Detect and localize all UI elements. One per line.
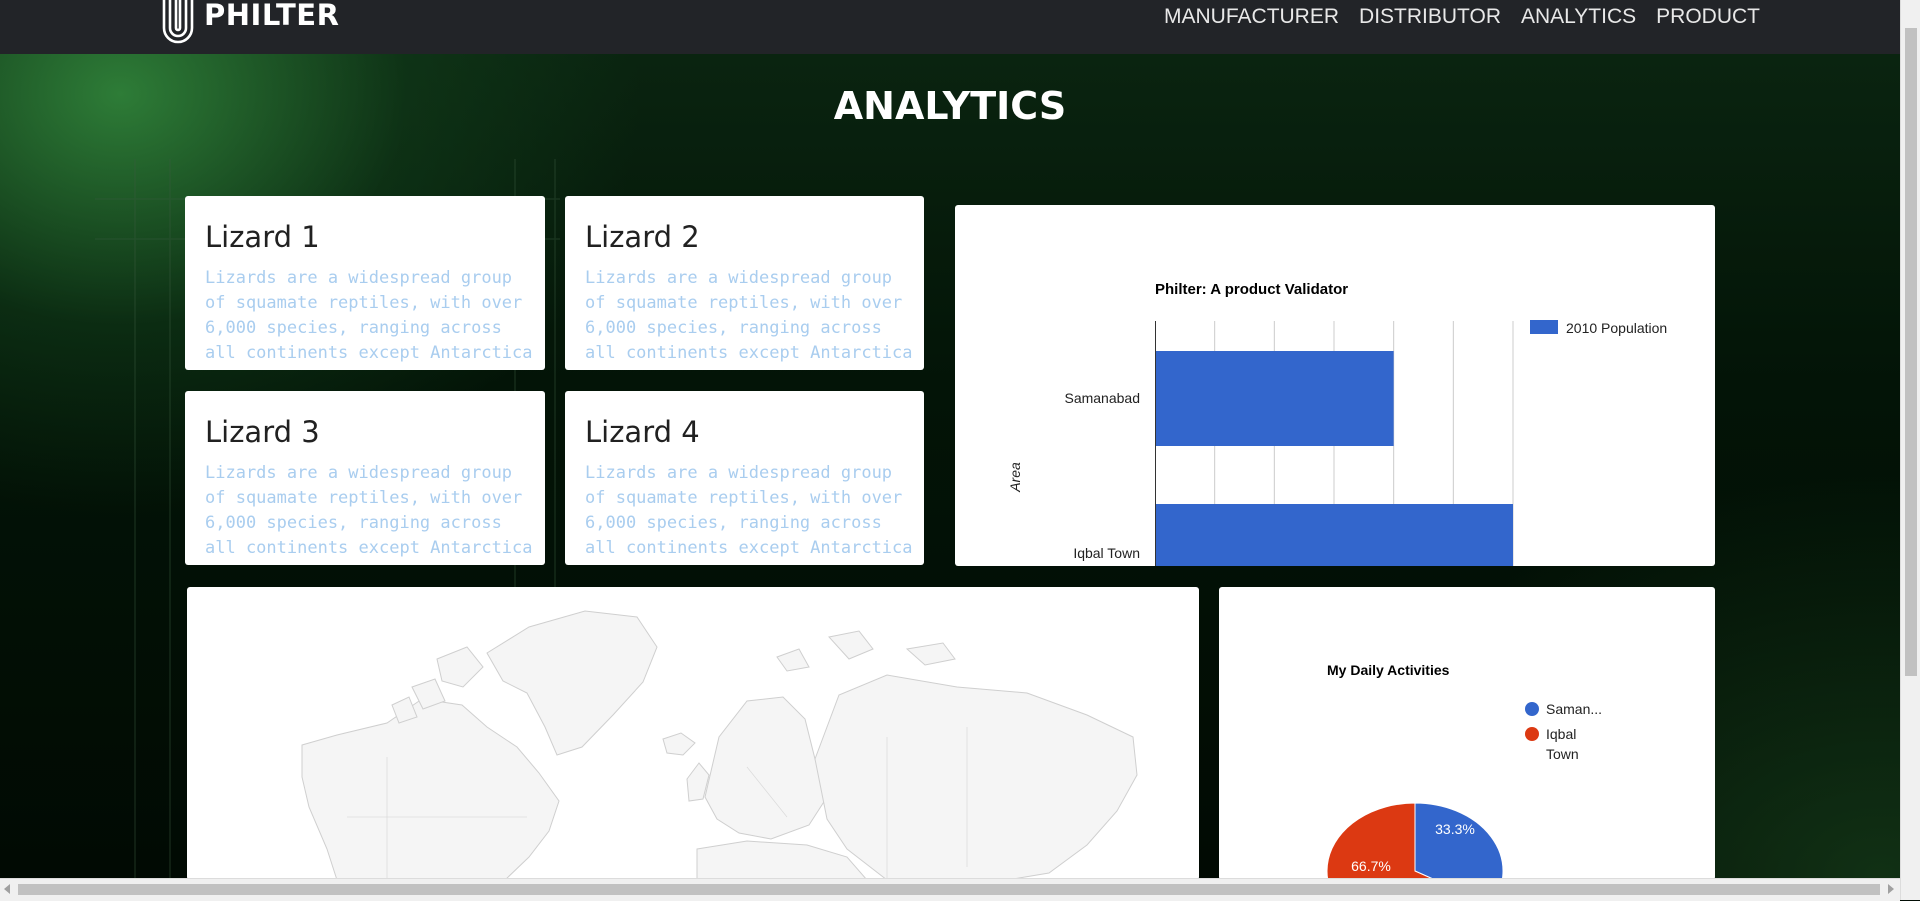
card-title: Lizard 2 [585,220,700,254]
lizard-card[interactable]: Lizard 3 Lizards are a widespread group … [185,391,545,565]
legend-swatch [1525,702,1539,716]
map-region-iceland[interactable] [662,732,696,756]
legend-label: Iqbal Town [1546,726,1580,762]
map-region-greenland[interactable] [486,610,658,756]
lizard-card[interactable]: Lizard 2 Lizards are a widespread group … [565,196,924,370]
chart-title: Philter: A product Validator [1155,281,1348,298]
pie-slice[interactable] [1414,802,1504,880]
legend-swatch [1530,320,1558,334]
legend-label: 2010 Population [1566,320,1667,336]
fingerprint-logo-icon [162,0,194,44]
map-region-north-africa[interactable] [696,840,868,880]
legend-label: Saman... [1546,701,1602,717]
vertical-scrollbar[interactable] [1900,0,1920,900]
card-text: Lizards are a widespread group of squama… [585,268,913,363]
pie-value-label: 33.3% [1435,821,1475,837]
nav-link-analytics[interactable]: ANALYTICS [1521,5,1636,29]
chart-title: My Daily Activities [1327,662,1450,678]
pie-chart: My Daily Activities Saman... Iqbal Town … [1326,662,1602,880]
horizontal-scroll-thumb[interactable] [18,884,1880,895]
pie-value-label: 66.7% [1351,858,1391,874]
lizard-card[interactable]: Lizard 1 Lizards are a widespread group … [185,196,545,370]
world-map[interactable] [187,587,1199,880]
horizontal-scrollbar[interactable] [0,878,1900,901]
bar[interactable] [1155,351,1394,446]
geo-map-card [187,587,1199,880]
brand-name: PHILTER [204,0,340,32]
card-text: Lizards are a widespread group of squama… [585,463,913,558]
card-title: Lizard 1 [205,220,320,254]
nav-link-manufacturer[interactable]: MANUFACTURER [1164,5,1339,29]
scroll-left-arrow-icon[interactable] [4,884,10,894]
card-text: Lizards are a widespread group of squama… [205,268,533,363]
category-label: Iqbal Town [1073,545,1140,561]
map-region-asia[interactable] [814,674,1138,880]
main-nav: MANUFACTURER DISTRIBUTOR ANALYTICS PRODU… [1164,0,1760,34]
bar-chart-card: Philter: A product Validator Area Samana… [955,205,1715,566]
map-region-europe[interactable] [704,696,828,840]
brand-logo[interactable]: PHILTER [158,0,339,44]
bar[interactable] [1155,504,1513,566]
card-title: Lizard 4 [585,415,700,449]
category-label: Samanabad [1064,390,1140,406]
y-axis-label: Area [1007,462,1023,493]
vertical-scroll-thumb[interactable] [1905,28,1917,676]
nav-link-product[interactable]: PRODUCT [1656,5,1760,29]
nav-link-distributor[interactable]: DISTRIBUTOR [1359,5,1501,29]
pie-chart-card: My Daily Activities Saman... Iqbal Town … [1219,587,1715,880]
scroll-right-arrow-icon[interactable] [1888,884,1894,894]
map-region-north-america[interactable] [301,698,560,880]
top-navbar: PHILTER MANUFACTURER DISTRIBUTOR ANALYTI… [0,0,1900,54]
map-region-north-islands[interactable] [776,630,956,672]
page-title: ANALYTICS [833,84,1067,128]
card-text: Lizards are a widespread group of squama… [205,463,533,558]
card-title: Lizard 3 [205,415,320,449]
lizard-card[interactable]: Lizard 4 Lizards are a widespread group … [565,391,924,565]
legend-swatch [1525,727,1539,741]
bar-chart: Philter: A product Validator Area Samana… [1007,281,1667,566]
